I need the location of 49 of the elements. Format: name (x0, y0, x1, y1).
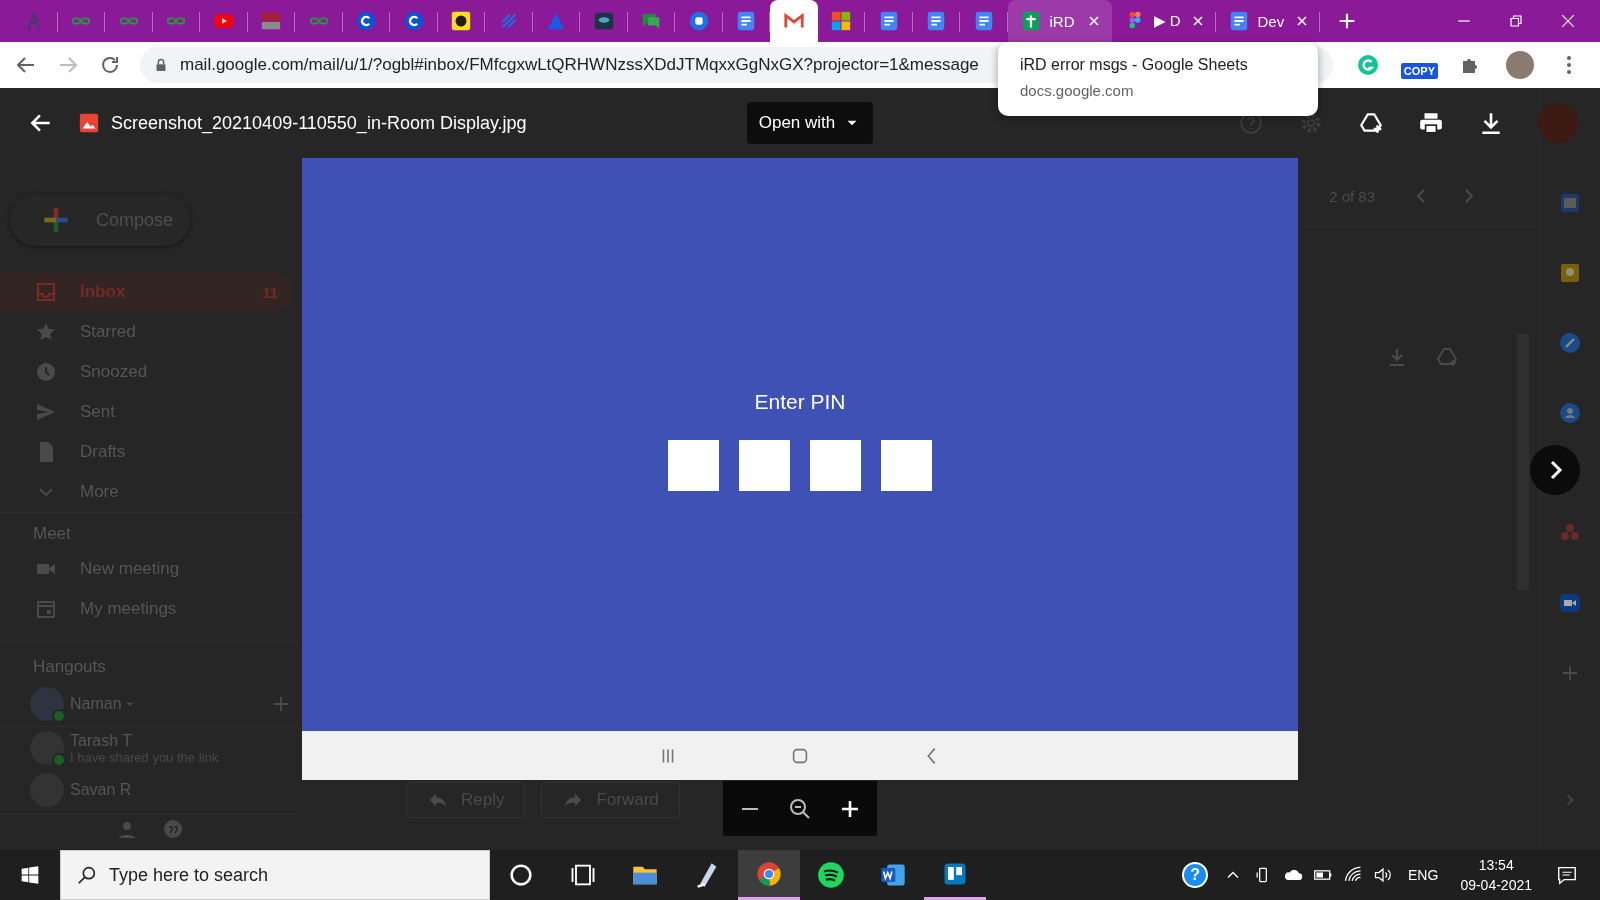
search-icon (76, 864, 98, 886)
favicon-icon (450, 10, 473, 32)
inbox-icon (34, 280, 58, 304)
plus-icon (42, 206, 70, 234)
favicon-icon (687, 10, 710, 32)
browser-tab[interactable]: Dev (1215, 0, 1320, 42)
pin-prompt: Enter PIN (754, 390, 846, 414)
start-icon[interactable] (20, 865, 40, 885)
help-button[interactable]: ? (1182, 862, 1209, 888)
browser-tab[interactable]: ▶ D (1111, 0, 1216, 42)
check-app-icon[interactable] (1558, 331, 1582, 355)
clock-time[interactable]: 13:54 (1478, 857, 1514, 873)
pin-input-field[interactable] (881, 440, 932, 491)
language-indicator[interactable]: ENG (1408, 867, 1439, 883)
app-icon (755, 859, 783, 888)
favicon-icon (592, 10, 615, 32)
pin-input-field[interactable] (739, 440, 790, 491)
note-app-icon[interactable] (1558, 261, 1582, 285)
user-avatar (30, 687, 64, 721)
scrollbar[interactable] (1517, 334, 1529, 590)
file-name: Screenshot_20210409-110550_in-Room Display.jpg (111, 112, 527, 134)
taskbar-app[interactable] (738, 850, 800, 900)
person-app-icon[interactable] (1558, 401, 1582, 425)
folder-item[interactable]: Inbox 11 (0, 272, 292, 312)
tooltip-url: docs.google.com (1020, 82, 1135, 99)
browser-tab[interactable]: iRD (1007, 0, 1112, 42)
app-icon (817, 861, 845, 889)
pin-input-field[interactable] (810, 440, 861, 491)
pin-input-field[interactable] (668, 440, 719, 491)
open-with-button[interactable]: Open with (746, 102, 874, 144)
add-to-drive-icon[interactable] (1358, 110, 1384, 136)
favicon-icon (355, 10, 378, 32)
clock-icon (34, 360, 58, 384)
profile-avatar[interactable] (1506, 51, 1534, 79)
favicon-icon (260, 10, 283, 32)
tooltip-title: iRD error msgs - Google Sheets (1020, 56, 1249, 74)
print-icon[interactable] (1418, 110, 1444, 136)
taskbar-search-field[interactable]: Type here to search (60, 850, 490, 900)
favicon-icon (830, 10, 853, 32)
favicon-icon (402, 10, 425, 32)
app-icon (507, 861, 535, 889)
zoom-reset-icon[interactable] (788, 796, 812, 821)
calendar-app-icon[interactable] (1558, 191, 1582, 215)
clock-date[interactable]: 09-04-2021 (1460, 877, 1532, 893)
speaker-icon[interactable] (1373, 865, 1394, 885)
image-file-icon (78, 112, 100, 134)
camera-app-icon[interactable] (1558, 591, 1582, 615)
notification-icon[interactable] (1556, 864, 1578, 886)
copy-extension-button[interactable]: COPY (1400, 63, 1438, 79)
